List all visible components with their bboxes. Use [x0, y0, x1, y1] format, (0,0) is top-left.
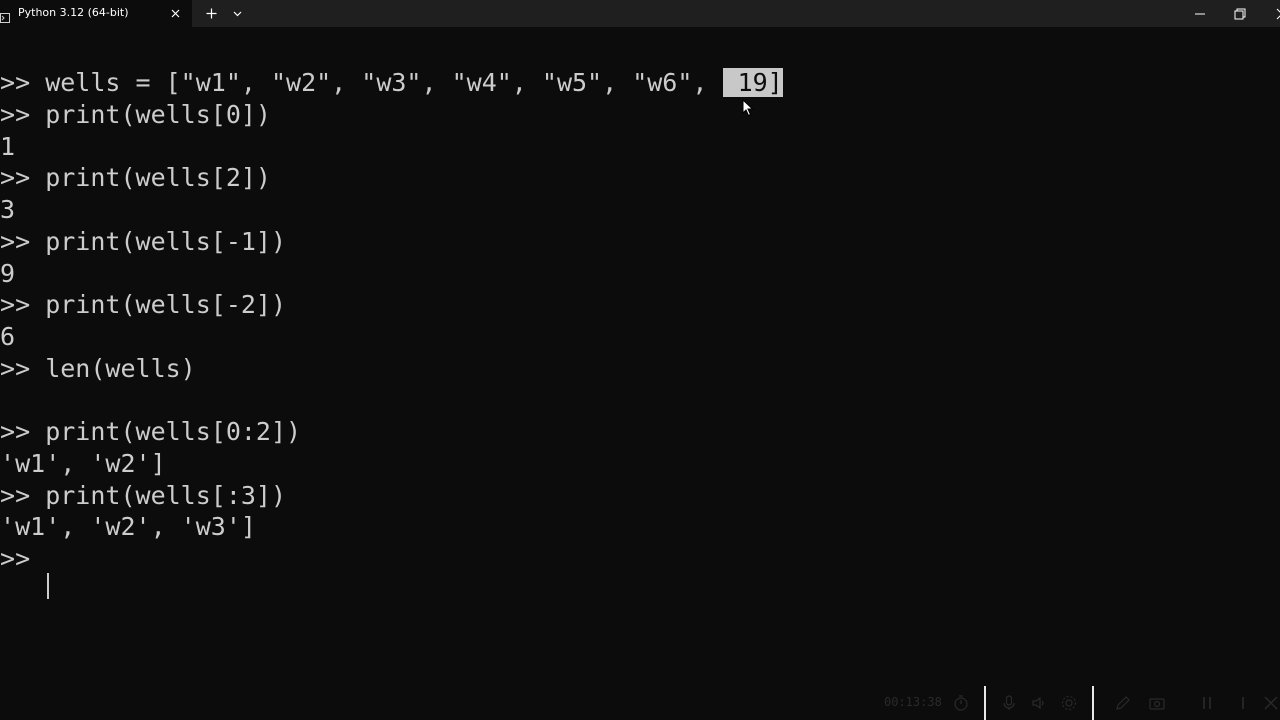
- output-line: w6: [0, 322, 16, 351]
- camera-icon[interactable]: [1148, 694, 1166, 712]
- recording-timer: 00:13:38: [884, 695, 942, 709]
- chevron-down-icon[interactable]: [230, 6, 245, 21]
- minimize-button[interactable]: [1180, 0, 1220, 27]
- pause-icon[interactable]: [1198, 694, 1216, 712]
- input-line: >>> print(wells[-1]): [0, 227, 287, 256]
- input-text: >>> wells = ["w1", "w2", "w3", "w4", "w5…: [0, 68, 723, 97]
- tab-close-icon[interactable]: [168, 6, 183, 21]
- stop-icon[interactable]: [1234, 694, 1252, 712]
- output-line: ['w1', 'w2', 'w3']: [0, 512, 256, 541]
- input-line: >>> len(wells): [0, 354, 196, 383]
- input-line: >>> print(wells[2]): [0, 163, 271, 192]
- microphone-icon[interactable]: [1000, 694, 1018, 712]
- output-line: 19: [0, 259, 16, 288]
- title-bar: Python 3.12 (64-bit): [0, 0, 1280, 27]
- input-line: >>> print(wells[0:2]): [0, 417, 302, 446]
- restore-button[interactable]: [1220, 0, 1260, 27]
- output-line: w3: [0, 195, 16, 224]
- output-line: ['w1', 'w2']: [0, 449, 166, 478]
- close-icon[interactable]: [1262, 694, 1280, 712]
- gear-icon[interactable]: [1060, 694, 1078, 712]
- new-tab-icon[interactable]: [204, 6, 219, 21]
- terminal-icon: [0, 8, 10, 23]
- input-line: >>> print(wells[-2]): [0, 290, 287, 319]
- input-line: >>> print(wells[:3]): [0, 481, 287, 510]
- output-line: w1: [0, 132, 16, 161]
- tab-title: Python 3.12 (64-bit): [18, 6, 129, 19]
- close-window-button[interactable]: [1262, 0, 1280, 27]
- mouse-pointer-icon: [742, 98, 754, 117]
- recorder-toolbar: 00:13:38: [870, 686, 1280, 720]
- speaker-icon[interactable]: [1030, 694, 1048, 712]
- pen-icon[interactable]: [1114, 694, 1132, 712]
- stopwatch-icon[interactable]: [952, 694, 970, 712]
- input-line: >>> wells = ["w1", "w2", "w3", "w4", "w5…: [0, 67, 783, 99]
- input-line: >>> print(wells[0]): [0, 100, 271, 129]
- text-cursor: [47, 573, 49, 599]
- selected-text: 19]: [722, 68, 783, 97]
- toolbar-divider: [984, 686, 986, 720]
- terminal-output[interactable]: ) >>> wells = ["w1", "w2", "w3", "w4", "…: [0, 27, 1280, 720]
- prompt-line: >>>: [0, 544, 31, 573]
- tab-python[interactable]: Python 3.12 (64-bit): [0, 0, 192, 27]
- toolbar-divider: [1092, 686, 1094, 720]
